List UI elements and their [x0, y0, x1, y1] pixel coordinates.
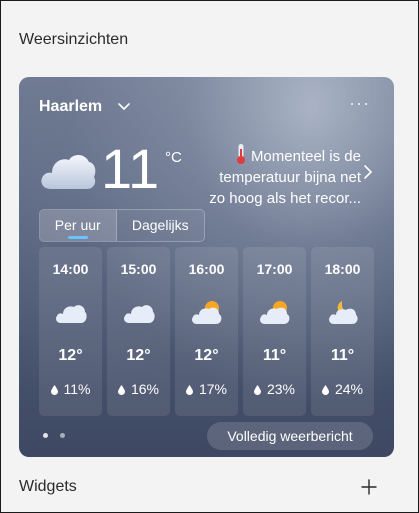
hour-time: 18:00: [324, 261, 361, 277]
precip-value: 24%: [334, 381, 364, 397]
hour-time: 15:00: [120, 261, 157, 277]
current-temperature: 11: [101, 137, 160, 200]
precip-value: 16%: [130, 381, 160, 397]
forecast-tabs: Per uur Dagelijks: [39, 209, 205, 242]
hour-temperature: 12°: [58, 347, 83, 364]
precipitation: 24%: [311, 381, 374, 397]
hour-time: 17:00: [256, 261, 293, 277]
weather-card[interactable]: Haarlem ··· 11 °C Momenteel is de temper…: [19, 77, 394, 457]
cloud-icon: [124, 305, 155, 323]
temperature-unit: °C: [165, 149, 182, 166]
raindrop-icon: [253, 385, 261, 395]
partly-sunny-icon: [192, 301, 222, 324]
widgets-panel: Weersinzichten Haarlem ··· 11 °C Momente…: [0, 0, 419, 513]
raindrop-icon: [321, 385, 329, 395]
location-label[interactable]: Haarlem: [39, 98, 102, 116]
chevron-right-icon[interactable]: [363, 164, 373, 180]
page-dot[interactable]: [43, 433, 48, 438]
hour-temperature: 11°: [330, 347, 355, 364]
precip-value: 11%: [63, 381, 91, 397]
more-options-icon[interactable]: ···: [349, 93, 370, 114]
hour-card[interactable]: 18:00 11° 24%: [311, 247, 374, 416]
precipitation: 17%: [175, 381, 238, 397]
add-widget-icon[interactable]: [361, 479, 377, 495]
page-indicator: [43, 433, 65, 438]
hour-card[interactable]: 17:00 11° 23%: [243, 247, 306, 416]
precip-value: 23%: [266, 381, 296, 397]
selected-indicator: [68, 236, 88, 239]
hour-time: 14:00: [52, 261, 89, 277]
page-dot[interactable]: [60, 433, 65, 438]
hour-card[interactable]: 14:00 12° 11%: [39, 247, 102, 416]
full-forecast-button[interactable]: Volledig weerbericht: [207, 422, 373, 450]
tab-label: Per uur: [54, 217, 101, 233]
widgets-title: Widgets: [19, 478, 77, 495]
raindrop-icon: [185, 385, 193, 395]
cloudy-icon: [41, 154, 96, 189]
partly-cloudy-night-icon: [329, 301, 358, 324]
precip-value: 17%: [198, 381, 228, 397]
tab-dagelijks[interactable]: Dagelijks: [117, 210, 204, 241]
precipitation: 11%: [39, 381, 102, 397]
weather-alert[interactable]: Momenteel is de temperatuur bijna net zo…: [205, 143, 361, 209]
alert-text: Momenteel is de temperatuur bijna net zo…: [209, 148, 361, 207]
thermometer-icon: [236, 144, 245, 164]
tab-label: Dagelijks: [131, 217, 189, 233]
tab-per-uur[interactable]: Per uur: [40, 210, 117, 241]
hour-temperature: 12°: [194, 347, 219, 364]
cloud-icon: [56, 305, 87, 323]
chevron-down-icon[interactable]: [117, 99, 131, 113]
raindrop-icon: [50, 385, 58, 395]
partly-sunny-icon: [260, 301, 290, 324]
hour-temperature: 12°: [126, 347, 151, 364]
hour-temperature: 11°: [262, 347, 287, 364]
hour-time: 16:00: [188, 261, 225, 277]
hour-card[interactable]: 16:00 12° 17%: [175, 247, 238, 416]
precipitation: 16%: [107, 381, 170, 397]
hourly-forecast: 14:00 12° 11% 15:00 12° 16% 16:00 12° 17…: [39, 247, 374, 416]
hour-card[interactable]: 15:00 12° 16%: [107, 247, 170, 416]
section-title: Weersinzichten: [19, 31, 129, 48]
precipitation: 23%: [243, 381, 306, 397]
raindrop-icon: [117, 385, 125, 395]
